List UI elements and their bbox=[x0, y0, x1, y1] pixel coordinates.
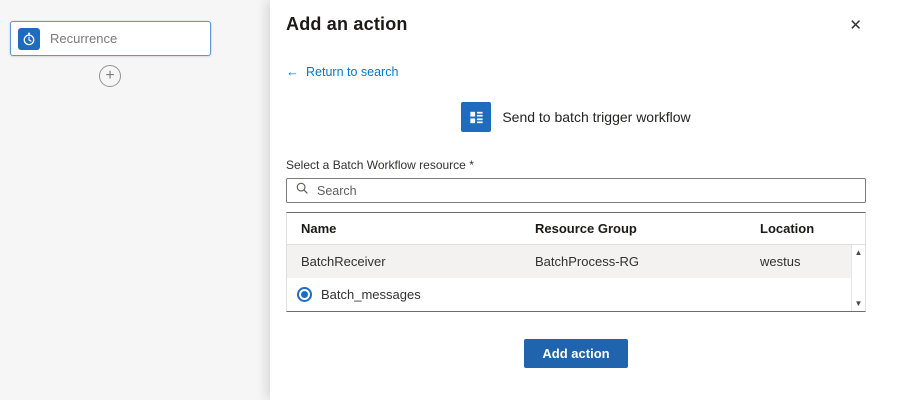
operation-header: Send to batch trigger workflow bbox=[286, 102, 866, 132]
recurrence-clock-icon bbox=[18, 28, 40, 50]
search-input[interactable] bbox=[317, 184, 857, 198]
batch-icon bbox=[461, 102, 491, 132]
search-icon bbox=[295, 181, 309, 200]
table-header-row: Name Resource Group Location bbox=[287, 213, 865, 245]
cell-name: BatchReceiver bbox=[287, 254, 521, 269]
column-header-resource-group: Resource Group bbox=[521, 221, 746, 236]
designer-canvas: Recurrence + bbox=[0, 0, 270, 400]
table-scrollbar[interactable]: ▲ ▼ bbox=[851, 245, 865, 311]
add-action-button[interactable]: Add action bbox=[524, 339, 627, 368]
panel-footer: Add action bbox=[286, 339, 866, 368]
table-body: BatchReceiver BatchProcess-RG westus Bat… bbox=[287, 245, 865, 311]
resource-table: Name Resource Group Location BatchReceiv… bbox=[286, 212, 866, 312]
close-icon[interactable]: ✕ bbox=[845, 14, 866, 38]
back-arrow-icon: ← bbox=[286, 64, 299, 79]
scroll-up-icon[interactable]: ▲ bbox=[855, 248, 863, 257]
add-action-panel: Add an action ✕ ← Return to search Send … bbox=[270, 0, 900, 400]
scroll-down-icon[interactable]: ▼ bbox=[855, 299, 863, 308]
column-header-location: Location bbox=[746, 221, 865, 236]
back-link-label: Return to search bbox=[306, 65, 398, 79]
resource-label: Select a Batch Workflow resource * bbox=[286, 158, 866, 172]
cell-resource-group: BatchProcess-RG bbox=[521, 254, 746, 269]
cell-name: Batch_messages bbox=[321, 287, 421, 302]
column-header-name: Name bbox=[287, 221, 521, 236]
add-step-button[interactable]: + bbox=[99, 65, 121, 87]
table-row[interactable]: BatchReceiver BatchProcess-RG westus bbox=[287, 245, 851, 278]
recurrence-trigger-card[interactable]: Recurrence bbox=[10, 21, 211, 56]
search-box[interactable] bbox=[286, 178, 866, 203]
operation-title: Send to batch trigger workflow bbox=[502, 109, 690, 125]
return-to-search-link[interactable]: ← Return to search bbox=[286, 64, 398, 79]
radio-button-selected[interactable] bbox=[297, 287, 312, 302]
panel-title: Add an action bbox=[286, 14, 408, 35]
trigger-label: Recurrence bbox=[50, 31, 117, 46]
table-row[interactable]: Batch_messages bbox=[287, 278, 851, 311]
cell-location: westus bbox=[746, 254, 851, 269]
panel-header: Add an action ✕ bbox=[286, 14, 866, 38]
